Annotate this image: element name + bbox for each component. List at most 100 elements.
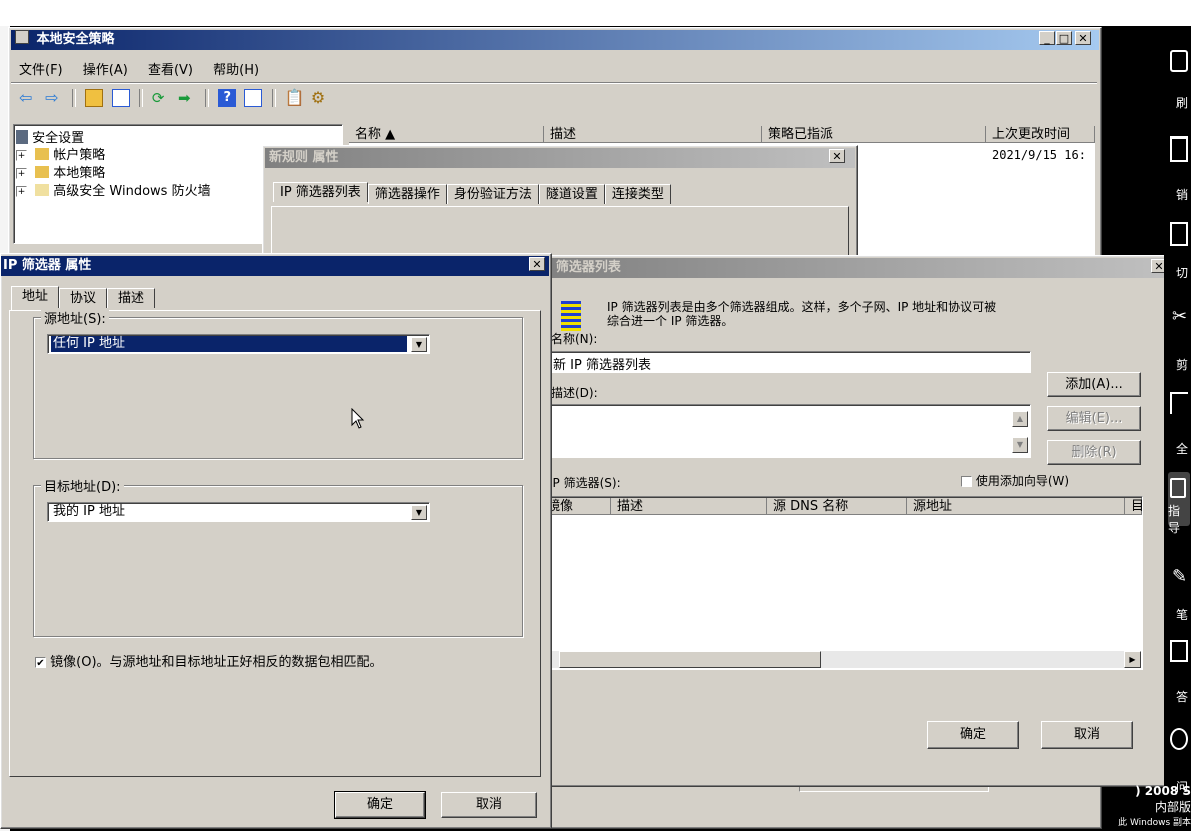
watermark: ) 2008 S 内部版 此 Windows 副本: [1100, 784, 1191, 828]
menu-divider: [11, 82, 1097, 84]
ip-filter-list-dialog: IP 筛选器列表 ✕ IP 筛选器列表是由多个筛选器组成。这样，多个子网、IP …: [530, 255, 1172, 787]
edit-button[interactable]: 编辑(E)...: [1047, 406, 1141, 431]
side-label-4: 全: [1176, 442, 1189, 456]
dest-address-label: 目标地址(D):: [41, 476, 124, 495]
col-src-addr[interactable]: 源地址: [907, 498, 1125, 515]
tab-address[interactable]: 地址: [11, 286, 60, 310]
filter-list-description: IP 筛选器列表是由多个筛选器组成。这样，多个子网、IP 地址和协议可被 综合进…: [607, 300, 997, 328]
mouse-cursor-icon: [351, 407, 365, 436]
col-name[interactable]: 名称 ▲: [349, 126, 544, 143]
trash-icon[interactable]: [1170, 136, 1188, 162]
mirror-checkbox-row[interactable]: ✔ 镜像(O)。与源地址和目标地址正好相反的数据包相匹配。: [35, 651, 383, 670]
tab-protocol[interactable]: 协议: [59, 288, 108, 308]
guide-icon[interactable]: 指导: [1168, 472, 1190, 535]
minimize-button[interactable]: _: [1039, 31, 1055, 45]
question-icon[interactable]: [1170, 728, 1188, 750]
chevron-down-icon[interactable]: ▼: [411, 505, 427, 520]
maximize-button[interactable]: □: [1056, 31, 1072, 45]
filter-list-ok-button[interactable]: 确定: [927, 721, 1019, 749]
desc-label: 描述(D):: [551, 386, 598, 400]
show-hide-tree-icon[interactable]: [111, 89, 130, 107]
folder-icon: [35, 148, 50, 160]
use-wizard-checkbox[interactable]: 使用添加向导(W): [961, 472, 1069, 489]
name-label: 名称(N):: [551, 332, 598, 346]
desc-textarea[interactable]: ▲ ▼: [549, 404, 1031, 458]
fullscreen-icon[interactable]: [1170, 392, 1188, 414]
rule-title-bar: 新规则 属性: [265, 148, 855, 168]
main-title: 本地安全策略: [36, 32, 115, 47]
side-label-2: 切: [1176, 266, 1189, 280]
manage-filters-icon[interactable]: ⚙: [311, 89, 329, 107]
side-label-1: 销: [1176, 188, 1189, 202]
chevron-down-icon[interactable]: ▼: [411, 337, 427, 352]
rule-title: 新规则 属性: [269, 150, 339, 165]
app-icon: [15, 30, 29, 44]
tree-item-account-policy[interactable]: + 帐户策略: [16, 144, 105, 163]
filter-props-close-button[interactable]: ✕: [529, 257, 545, 271]
up-folder-icon[interactable]: [85, 89, 104, 107]
row-last-changed: 2021/9/15 16:: [992, 148, 1086, 162]
filter-props-ok-button[interactable]: 确定: [334, 791, 426, 819]
menu-help[interactable]: 帮助(H): [213, 63, 259, 78]
dest-address-select[interactable]: 我的 IP 地址 ▼: [47, 502, 430, 522]
tab-ip-filter-list[interactable]: IP 筛选器列表: [273, 182, 368, 202]
mirror-checkbox[interactable]: ✔: [35, 657, 46, 669]
col-assigned[interactable]: 策略已指派: [762, 126, 986, 143]
filter-props-tabs: 地址 协议 描述: [11, 286, 156, 310]
pen-icon[interactable]: ✎: [1172, 566, 1187, 587]
add-button[interactable]: 添加(A)...: [1047, 372, 1141, 397]
filters-listview[interactable]: 镜像 描述 源 DNS 名称 源地址 目 ▶: [539, 496, 1144, 670]
col-src-dns[interactable]: 源 DNS 名称: [767, 498, 907, 515]
forward-arrow-icon[interactable]: ⇨: [45, 89, 63, 107]
export-list-icon[interactable]: ➡: [178, 89, 196, 107]
refresh-icon[interactable]: ⟳: [152, 89, 170, 107]
tab-auth-methods[interactable]: 身份验证方法: [446, 184, 539, 204]
tab-description[interactable]: 描述: [107, 288, 156, 308]
filter-props-cancel-button[interactable]: 取消: [441, 792, 537, 818]
filter-list-cancel-button[interactable]: 取消: [1041, 721, 1133, 749]
toolbar: ⇦ ⇨ ⟳ ➡ ? 📋 ⚙: [17, 89, 331, 111]
col-last-changed[interactable]: 上次更改时间: [986, 126, 1095, 143]
source-address-select[interactable]: 任何 IP 地址 ▼: [47, 334, 430, 354]
col-desc[interactable]: 描述: [544, 126, 762, 143]
wizard-checkbox-box[interactable]: [961, 476, 972, 487]
menu-action[interactable]: 操作(A): [83, 63, 128, 78]
main-title-bar: 本地安全策略: [11, 30, 1099, 50]
watermark-line2: 内部版: [1154, 800, 1191, 814]
answer-icon[interactable]: [1170, 640, 1188, 662]
delete-button[interactable]: 删除(R): [1047, 440, 1141, 465]
watermark-line1: ) 2008 S: [1135, 784, 1191, 798]
desc-scroll-up-icon[interactable]: ▲: [1012, 411, 1028, 427]
close-button[interactable]: ✕: [1075, 31, 1091, 45]
tab-connection-type[interactable]: 连接类型: [604, 184, 671, 204]
side-label-7: 答: [1176, 690, 1189, 704]
scissors-icon[interactable]: ✂: [1172, 306, 1187, 327]
filter-list-title-bar: IP 筛选器列表: [533, 258, 1169, 278]
back-arrow-icon[interactable]: ⇦: [19, 89, 37, 107]
tab-tunnel-settings[interactable]: 隧道设置: [538, 184, 605, 204]
name-input[interactable]: 新 IP 筛选器列表: [549, 351, 1031, 373]
tree-item-firewall[interactable]: + 高级安全 Windows 防火墙: [16, 180, 211, 199]
col-filter-desc[interactable]: 描述: [611, 498, 767, 515]
menu-view[interactable]: 查看(V): [148, 63, 193, 78]
source-address-label: 源地址(S):: [41, 308, 109, 327]
folder-icon: [35, 166, 50, 178]
filters-label: IP 筛选器(S):: [549, 476, 621, 490]
switch-icon[interactable]: [1170, 222, 1188, 246]
rule-close-button[interactable]: ✕: [829, 149, 845, 163]
filter-props-title: IP 筛选器 属性: [3, 258, 92, 273]
tree-item-local-policy[interactable]: + 本地策略: [16, 162, 105, 181]
properties-icon[interactable]: [244, 89, 263, 107]
desc-scroll-down-icon[interactable]: ▼: [1012, 437, 1028, 453]
filters-hscrollbar[interactable]: ▶: [541, 651, 1141, 668]
menu-file[interactable]: 文件(F): [19, 63, 63, 78]
new-policy-icon[interactable]: 📋: [285, 89, 305, 107]
filter-props-title-bar: IP 筛选器 属性: [1, 256, 549, 276]
notes-icon[interactable]: [1170, 50, 1188, 72]
side-label-5: 指导: [1168, 504, 1181, 535]
dest-address-value: 我的 IP 地址: [53, 504, 125, 519]
col-dest[interactable]: 目: [1125, 498, 1144, 515]
tab-filter-action[interactable]: 筛选器操作: [367, 184, 447, 204]
filters-scroll-right-icon[interactable]: ▶: [1124, 651, 1141, 668]
help-icon[interactable]: ?: [218, 89, 237, 107]
